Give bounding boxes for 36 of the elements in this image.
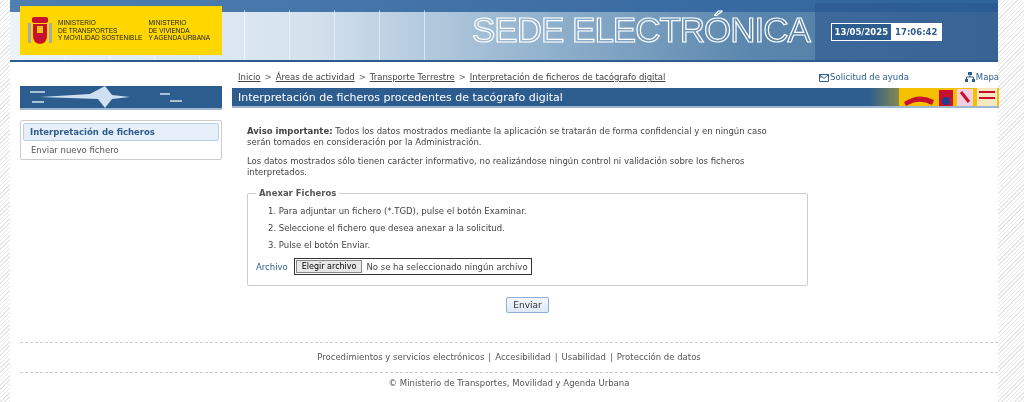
file-input[interactable]: Elegir archivo No se ha seleccionado ningún archivo — [293, 258, 532, 275]
breadcrumb-separator: > — [264, 72, 272, 82]
date: 13/05/2025 — [831, 23, 892, 40]
breadcrumb-link[interactable]: Inicio — [238, 72, 261, 82]
footer-separator: | — [488, 352, 492, 362]
top-link[interactable]: Mapa — [975, 72, 999, 82]
sidebar-item[interactable]: Interpretación de ficheros — [23, 123, 219, 141]
envelope-icon — [819, 71, 830, 83]
footer-link[interactable]: Accesibilidad — [495, 352, 551, 362]
breadcrumb-link[interactable]: Interpretación de ficheros de tacógrafo digital — [469, 72, 666, 82]
page-title: Interpretación de ficheros procedentes de tacógrafo digital — [238, 90, 563, 104]
footer-separator: | — [554, 352, 558, 362]
site-title: SEDE ELECTRÓNICA — [472, 10, 810, 50]
breadcrumb-separator: > — [458, 72, 466, 82]
instruction-step: 3. Pulse el botón Enviar. — [268, 240, 371, 250]
footer-separator: | — [609, 352, 613, 362]
breadcrumb-link[interactable]: Transporte Terrestre — [369, 72, 455, 82]
breadcrumb-separator: > — [358, 72, 366, 82]
copyright-text: © Ministerio de Transportes, Movilidad y Agenda Urbana — [388, 378, 630, 388]
footer-link[interactable]: Procedimientos y servicios electrónicos — [317, 352, 485, 362]
submit-button[interactable]: Enviar — [506, 297, 549, 313]
choose-file-button[interactable]: Elegir archivo — [295, 260, 363, 273]
notice-text: Los datos mostrados sólo tienen carácter informativo, no realizándose ningún control ni validación sobre los ficheros interpretados. — [247, 156, 746, 178]
sitemap-icon — [964, 72, 975, 82]
instruction-step: 2. Seleccione el fichero que desea anexar a la solicitud. — [268, 223, 505, 233]
coat-of-arms-icon — [28, 14, 52, 47]
file-label: Archivo — [256, 261, 288, 272]
top-link[interactable]: Solicitud de ayuda — [830, 72, 909, 82]
sidebar-item[interactable]: Enviar nuevo fichero — [23, 141, 219, 159]
group-title: Anexar Ficheros — [259, 188, 337, 198]
notice-text: Aviso importante: Todos los datos mostrados mediante la aplicación se tratarán de forma confidencial y en ningún caso serán tomados en consideración por la Administración. — [247, 126, 768, 148]
time: 17:06:42 — [891, 23, 942, 40]
breadcrumb-link[interactable]: Áreas de actividad — [275, 72, 355, 82]
footer-link[interactable]: Protección de datos — [616, 352, 701, 362]
instruction-step: 1. Para adjuntar un fichero (*.TGD), pulse el botón Examinar. — [268, 206, 527, 216]
footer-link[interactable]: Usabilidad — [561, 352, 606, 362]
